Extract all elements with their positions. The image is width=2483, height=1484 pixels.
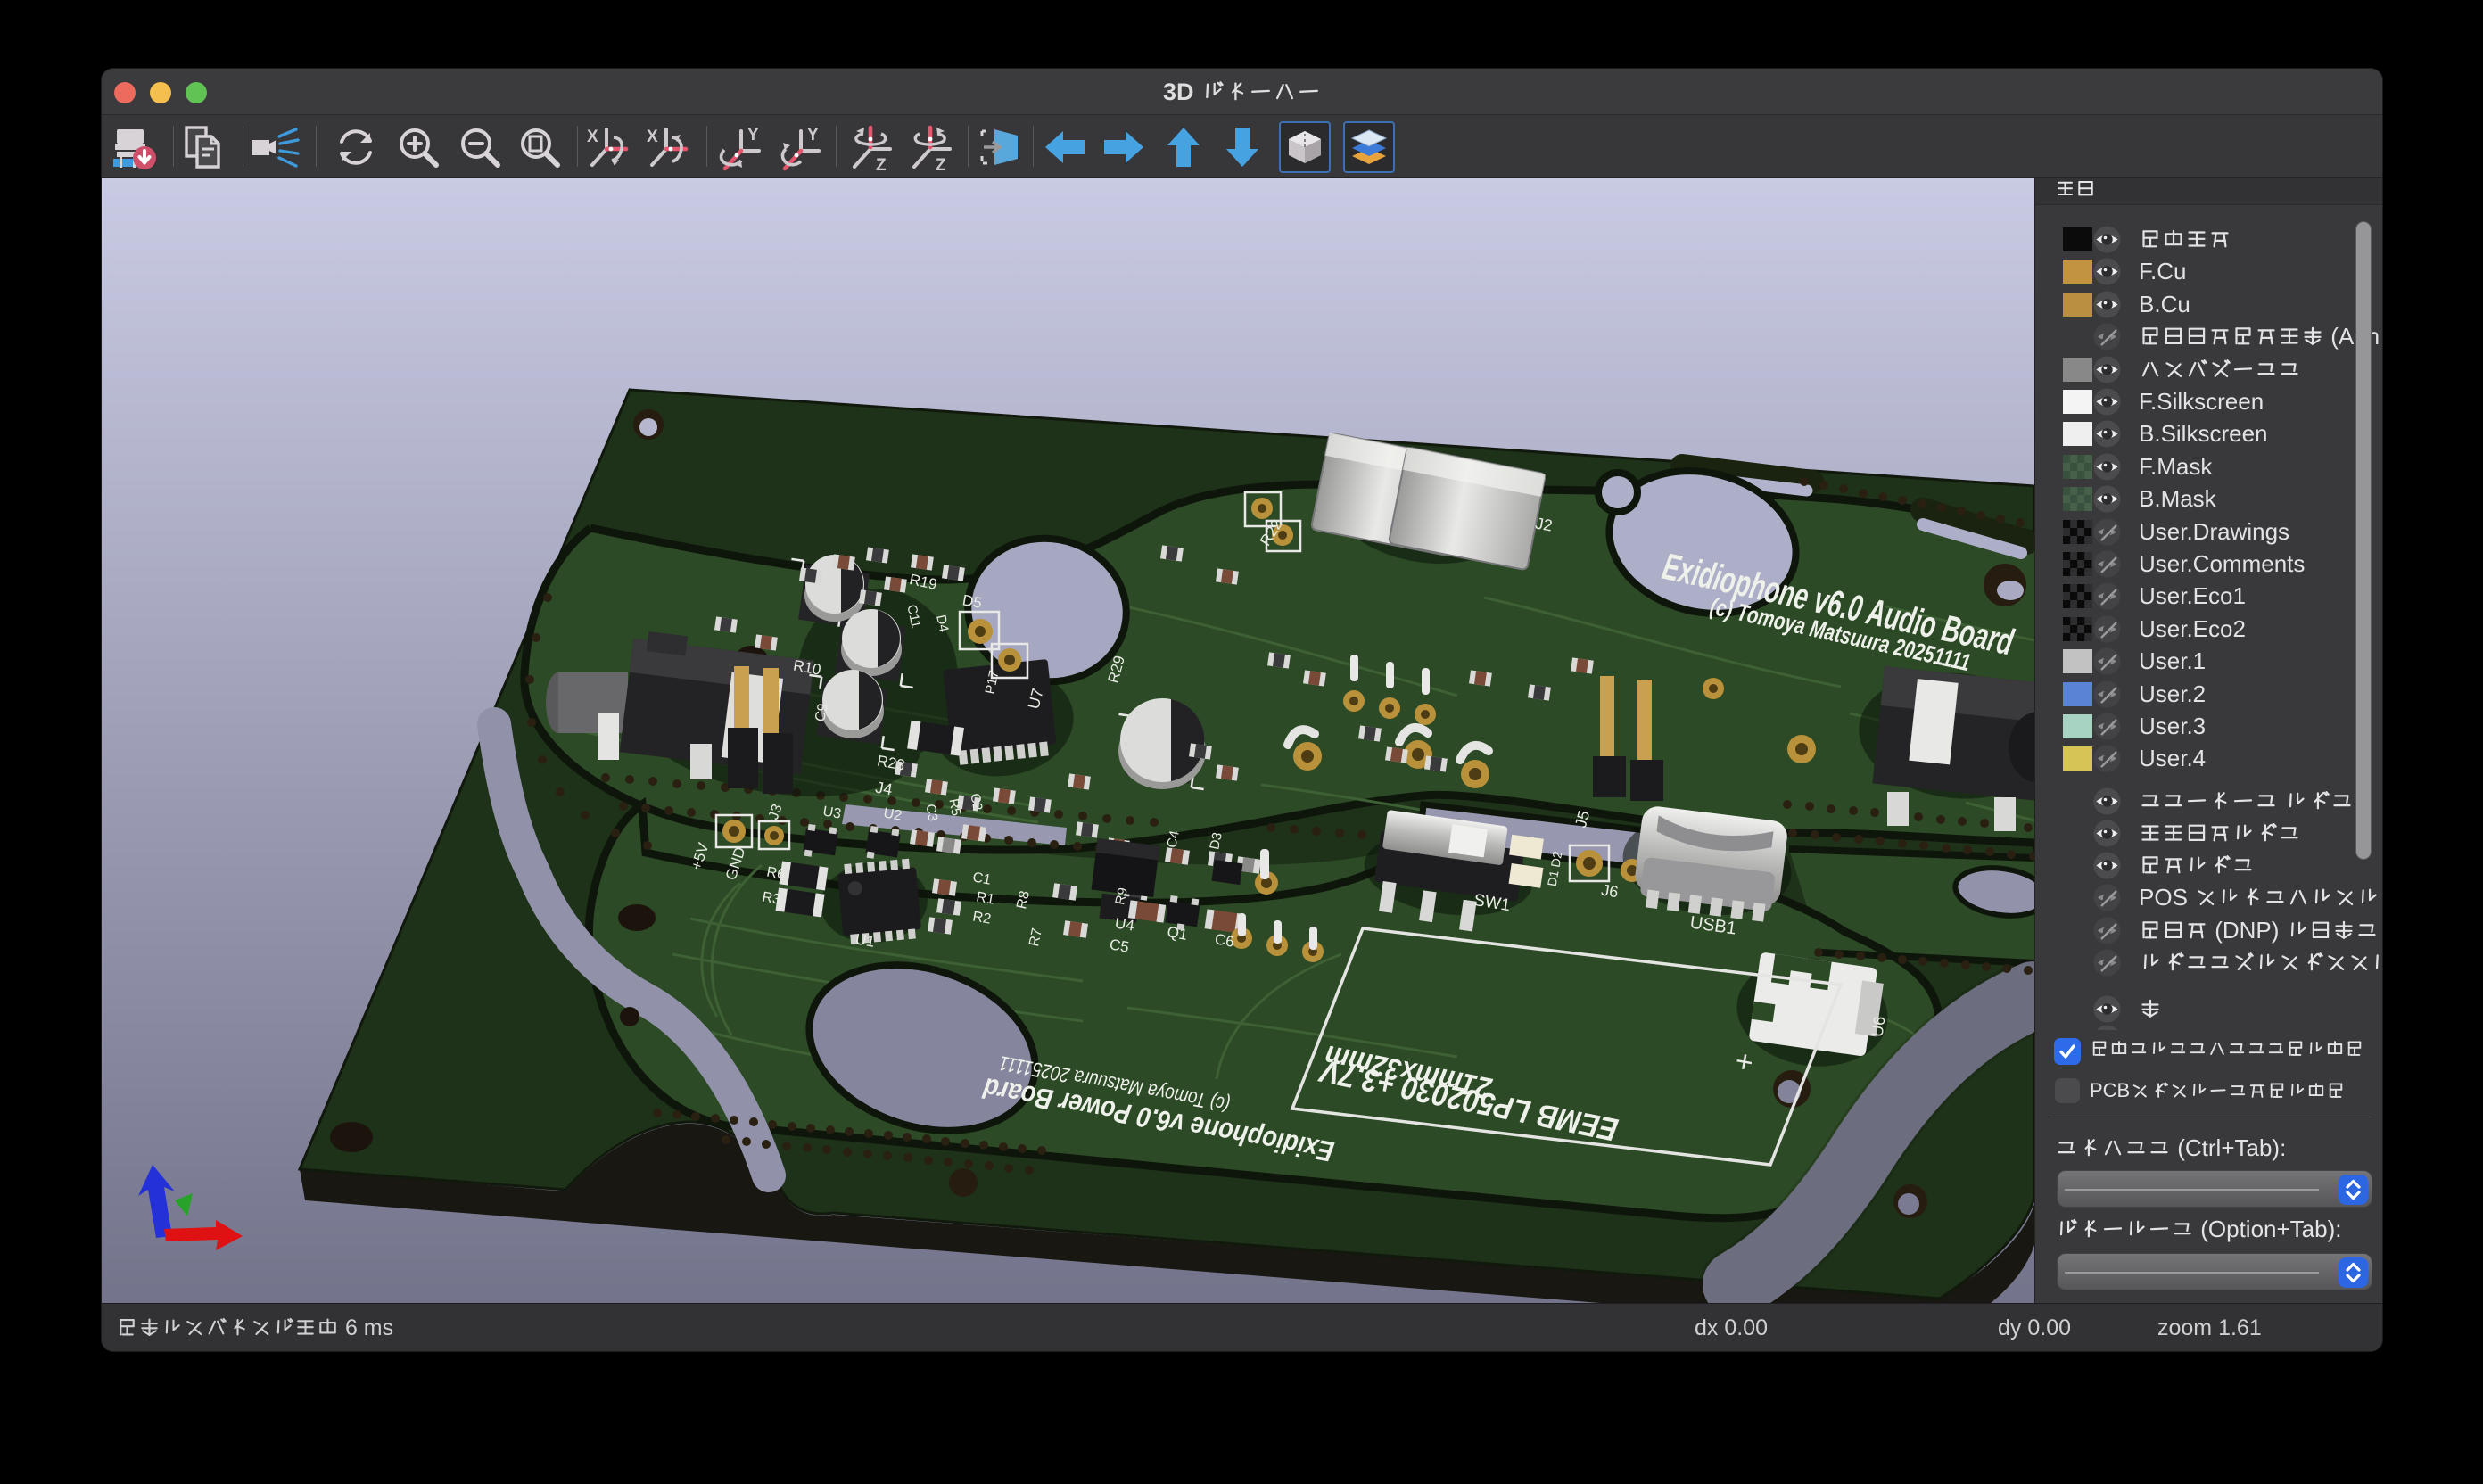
svg-text:Z: Z: [936, 156, 946, 172]
svg-text:C3: C3: [922, 803, 940, 822]
svg-text:U3: U3: [821, 804, 842, 821]
svg-text:R2: R2: [971, 909, 992, 927]
svg-text:U2: U2: [882, 805, 903, 823]
svg-text:U4: U4: [1114, 914, 1136, 934]
svg-text:C1: C1: [971, 870, 992, 887]
svg-text:U6: U6: [1868, 1015, 1889, 1038]
svg-text:J6: J6: [1600, 881, 1620, 902]
svg-text:C6: C6: [1214, 930, 1236, 950]
svg-text:Y: Y: [747, 126, 759, 144]
svg-text:C5: C5: [1109, 936, 1131, 955]
svg-text:C2: C2: [967, 792, 985, 812]
svg-text:Y: Y: [807, 126, 819, 144]
svg-text:R6: R6: [765, 864, 786, 882]
svg-text:J2: J2: [1534, 515, 1554, 535]
svg-text:D5: D5: [961, 591, 984, 611]
svg-text:Q1: Q1: [1166, 923, 1189, 944]
svg-text:R1: R1: [975, 889, 995, 907]
svg-text:R3: R3: [761, 889, 781, 907]
svg-text:X: X: [647, 128, 658, 146]
svg-text:R5: R5: [945, 797, 963, 817]
svg-text:U1: U1: [854, 930, 877, 950]
svg-text:Z: Z: [876, 156, 887, 172]
svg-text:J4: J4: [874, 779, 894, 799]
svg-text:X: X: [587, 128, 598, 146]
